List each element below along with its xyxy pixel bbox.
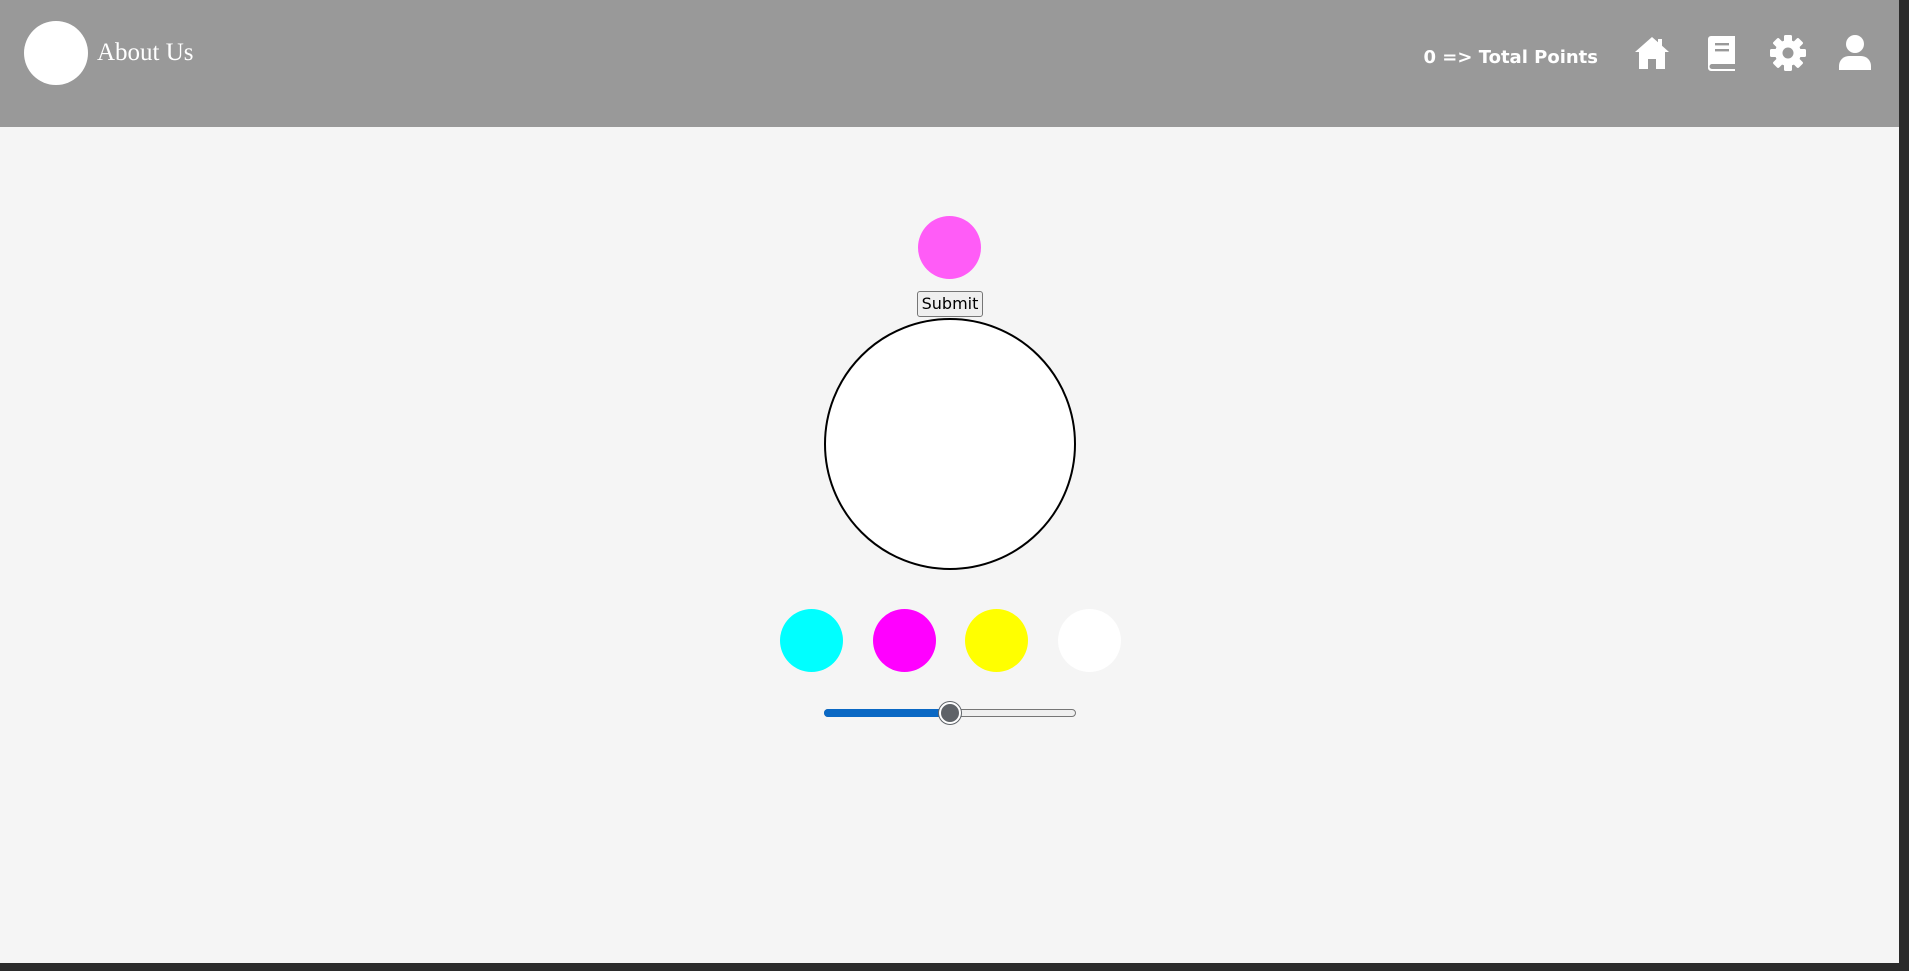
about-us-link[interactable]: About Us xyxy=(97,38,194,68)
gear-icon[interactable] xyxy=(1768,33,1808,73)
logo[interactable] xyxy=(24,21,88,85)
user-icon[interactable] xyxy=(1835,33,1875,73)
palette-yellow[interactable] xyxy=(965,609,1028,672)
book-icon[interactable] xyxy=(1700,33,1740,73)
home-icon[interactable] xyxy=(1632,33,1672,73)
palette-white[interactable] xyxy=(1058,609,1121,672)
palette-magenta[interactable] xyxy=(873,609,936,672)
page: About Us 0 => Total Points Submit xyxy=(0,0,1899,963)
submit-button[interactable]: Submit xyxy=(917,291,983,317)
slider-fill xyxy=(824,709,950,717)
target-color-swatch xyxy=(918,216,981,279)
total-points: 0 => Total Points xyxy=(1423,47,1598,68)
amount-slider[interactable] xyxy=(824,701,1076,725)
header-bar: About Us 0 => Total Points xyxy=(0,0,1899,127)
slider-thumb[interactable] xyxy=(939,702,961,724)
palette-cyan[interactable] xyxy=(780,609,843,672)
mix-circle xyxy=(824,318,1076,570)
